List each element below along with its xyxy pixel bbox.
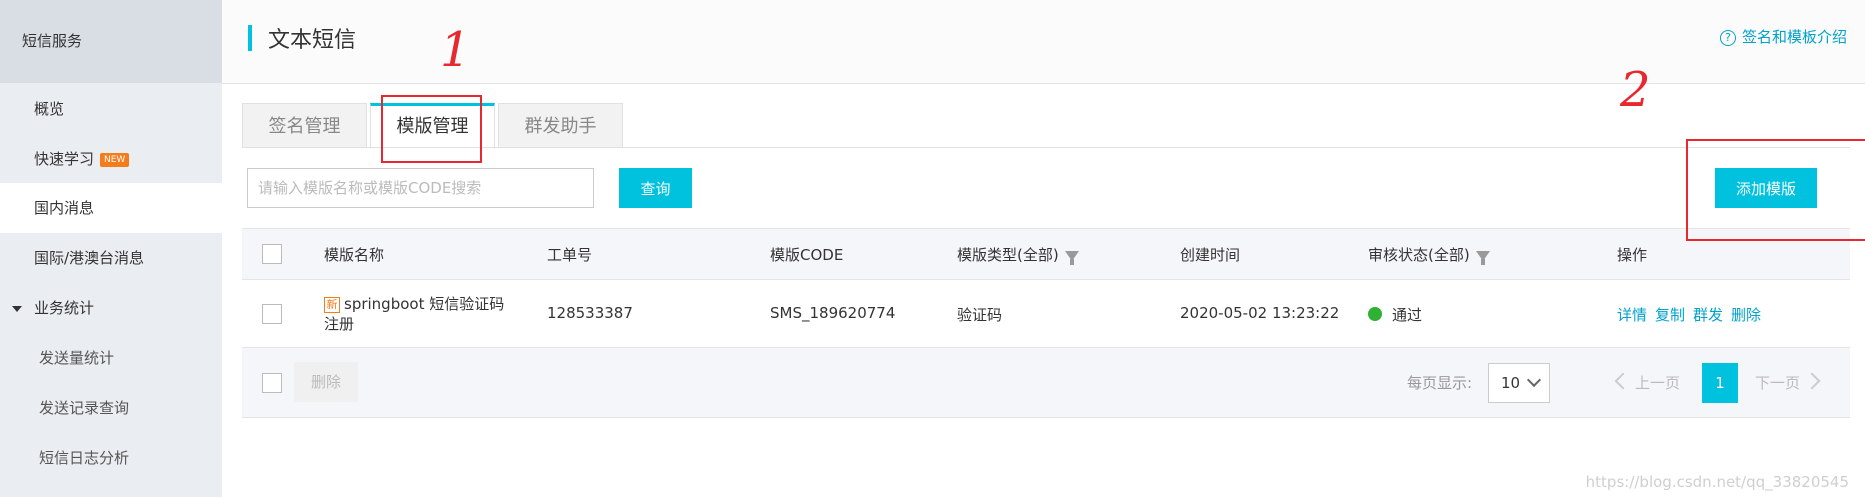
column-header-status[interactable]: 审核状态(全部) <box>1368 244 1490 265</box>
action-copy-link[interactable]: 复制 <box>1655 306 1685 324</box>
sidebar-item-label: 国际/港澳台消息 <box>34 249 145 267</box>
filter-icon[interactable] <box>1064 251 1079 265</box>
annotation-number-2: 2 <box>1620 62 1651 118</box>
page-title: 文本短信 <box>268 28 357 53</box>
watermark: https://blog.csdn.net/qq_33820545 <box>1585 473 1849 491</box>
next-page-button[interactable]: 下一页 <box>1755 372 1821 393</box>
actions-cell: 详情 复制 群发 删除 <box>1617 304 1769 325</box>
app-root: 短信服务 概览 快速学习 NEW 国内消息 国际/港澳台消息 业务统计 发送量统计… <box>0 0 1865 497</box>
sidebar-item-send-records[interactable]: 发送记录查询 <box>0 383 222 433</box>
query-button[interactable]: 查询 <box>619 168 692 208</box>
annotation-number-1: 1 <box>440 22 471 78</box>
page-number-current[interactable]: 1 <box>1702 363 1738 403</box>
sidebar-title: 短信服务 <box>0 0 222 83</box>
table-footer: 删除 每页显示: 10 上一页 1 下一页 <box>242 348 1850 418</box>
new-badge: NEW <box>100 152 130 167</box>
filter-icon[interactable] <box>1475 251 1490 265</box>
sidebar-item-label: 国内消息 <box>34 199 95 217</box>
action-delete-link[interactable]: 删除 <box>1731 306 1761 324</box>
sidebar-item-label: 快速学习 <box>34 150 95 168</box>
status-ok-icon <box>1368 307 1382 321</box>
column-header-actions: 操作 <box>1617 246 1648 264</box>
page-size-select[interactable]: 10 <box>1488 363 1550 403</box>
select-all-checkbox[interactable] <box>262 244 282 264</box>
tab-signature[interactable]: 签名管理 <box>242 103 367 148</box>
tab-divider <box>242 147 1850 148</box>
chevron-right-icon <box>1803 372 1821 390</box>
column-header-type[interactable]: 模版类型(全部) <box>957 244 1079 265</box>
caret-down-icon <box>12 305 22 312</box>
batch-delete-button[interactable]: 删除 <box>294 362 358 402</box>
template-name-line1: springboot 短信验证码 <box>344 295 505 313</box>
sidebar-item-label: 业务统计 <box>34 299 95 317</box>
sidebar-item-label: 发送量统计 <box>39 349 115 367</box>
sidebar-item-international[interactable]: 国际/港澳台消息 <box>0 233 222 283</box>
sidebar-item-label: 短信日志分析 <box>39 449 130 467</box>
sidebar: 短信服务 概览 快速学习 NEW 国内消息 国际/港澳台消息 业务统计 发送量统计… <box>0 0 222 497</box>
column-header-status-label: 审核状态(全部) <box>1368 246 1470 264</box>
table-row: 新 springboot 短信验证码 注册 128533387 SMS_18962… <box>242 280 1850 348</box>
sidebar-item-log-analysis[interactable]: 短信日志分析 <box>0 433 222 483</box>
prev-page-label: 上一页 <box>1635 374 1681 392</box>
chevron-left-icon <box>1614 372 1632 390</box>
status-label: 通过 <box>1392 306 1423 324</box>
created-cell: 2020-05-02 13:23:22 <box>1180 304 1340 322</box>
sidebar-item-domestic[interactable]: 国内消息 <box>0 183 222 233</box>
annotation-box-template-tab <box>381 95 482 163</box>
ticket-cell: 128533387 <box>547 304 633 322</box>
next-page-label: 下一页 <box>1755 374 1801 392</box>
sidebar-item-quick-learn[interactable]: 快速学习 NEW <box>0 134 222 184</box>
annotation-box-add-button <box>1686 139 1865 241</box>
action-bulk-link[interactable]: 群发 <box>1693 306 1723 324</box>
tab-bulk-send[interactable]: 群发助手 <box>498 103 623 148</box>
row-checkbox[interactable] <box>262 304 282 324</box>
help-link-label: 签名和模板介绍 <box>1741 28 1847 46</box>
prev-page-button[interactable]: 上一页 <box>1614 372 1681 393</box>
new-tag: 新 <box>324 297 340 313</box>
page-size-value: 10 <box>1501 374 1521 392</box>
table-header: 模版名称 工单号 模版CODE 模版类型(全部) 创建时间 审核状态(全部) 操… <box>242 228 1850 280</box>
question-icon: ? <box>1719 30 1736 46</box>
sidebar-item-label: 概览 <box>34 100 65 118</box>
sidebar-item-label: 发送记录查询 <box>39 399 130 417</box>
column-header-name: 模版名称 <box>324 246 385 264</box>
template-name-line2: 注册 <box>324 315 355 333</box>
help-link[interactable]: ? 签名和模板介绍 <box>1719 26 1847 47</box>
search-input[interactable] <box>247 168 594 208</box>
type-cell: 验证码 <box>957 306 1003 324</box>
chevron-down-icon <box>1526 372 1542 388</box>
sidebar-item-stats[interactable]: 业务统计 <box>0 283 222 333</box>
footer-select-all-checkbox[interactable] <box>262 373 282 393</box>
title-accent-bar <box>248 25 252 51</box>
page-size-label: 每页显示: <box>1407 374 1473 392</box>
column-header-created: 创建时间 <box>1180 246 1241 264</box>
column-header-type-label: 模版类型(全部) <box>957 246 1059 264</box>
sidebar-item-overview[interactable]: 概览 <box>0 84 222 134</box>
action-detail-link[interactable]: 详情 <box>1617 306 1647 324</box>
column-header-ticket: 工单号 <box>547 246 593 264</box>
status-cell: 通过 <box>1368 304 1422 325</box>
template-name-cell: 新 springboot 短信验证码 注册 <box>324 294 504 334</box>
column-header-code: 模版CODE <box>770 246 844 264</box>
code-cell: SMS_189620774 <box>770 304 896 322</box>
sidebar-item-send-volume[interactable]: 发送量统计 <box>0 333 222 383</box>
